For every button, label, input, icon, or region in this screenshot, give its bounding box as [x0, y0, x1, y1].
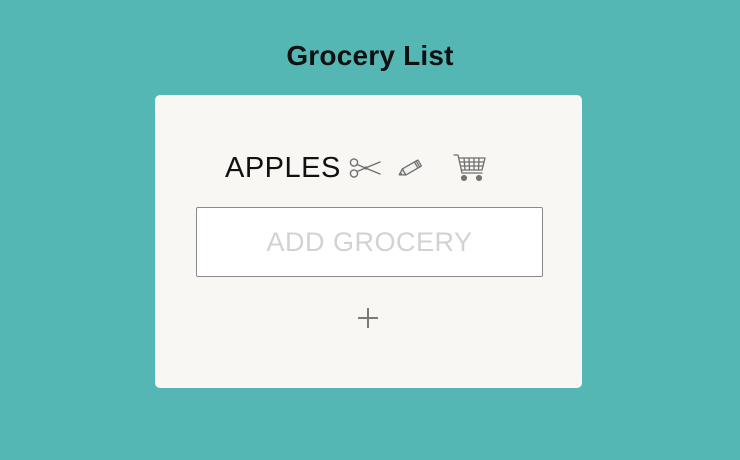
pencil-icon[interactable]	[397, 150, 425, 186]
add-button[interactable]	[354, 304, 382, 332]
list-item: APPLES	[225, 150, 487, 186]
add-grocery-input[interactable]	[196, 207, 543, 277]
scissors-icon[interactable]	[349, 150, 381, 186]
grocery-card: APPLES	[155, 95, 582, 388]
page-title: Grocery List	[286, 40, 454, 71]
plus-icon	[358, 308, 378, 328]
item-label: APPLES	[225, 151, 341, 184]
shopping-cart-icon[interactable]	[453, 150, 487, 186]
